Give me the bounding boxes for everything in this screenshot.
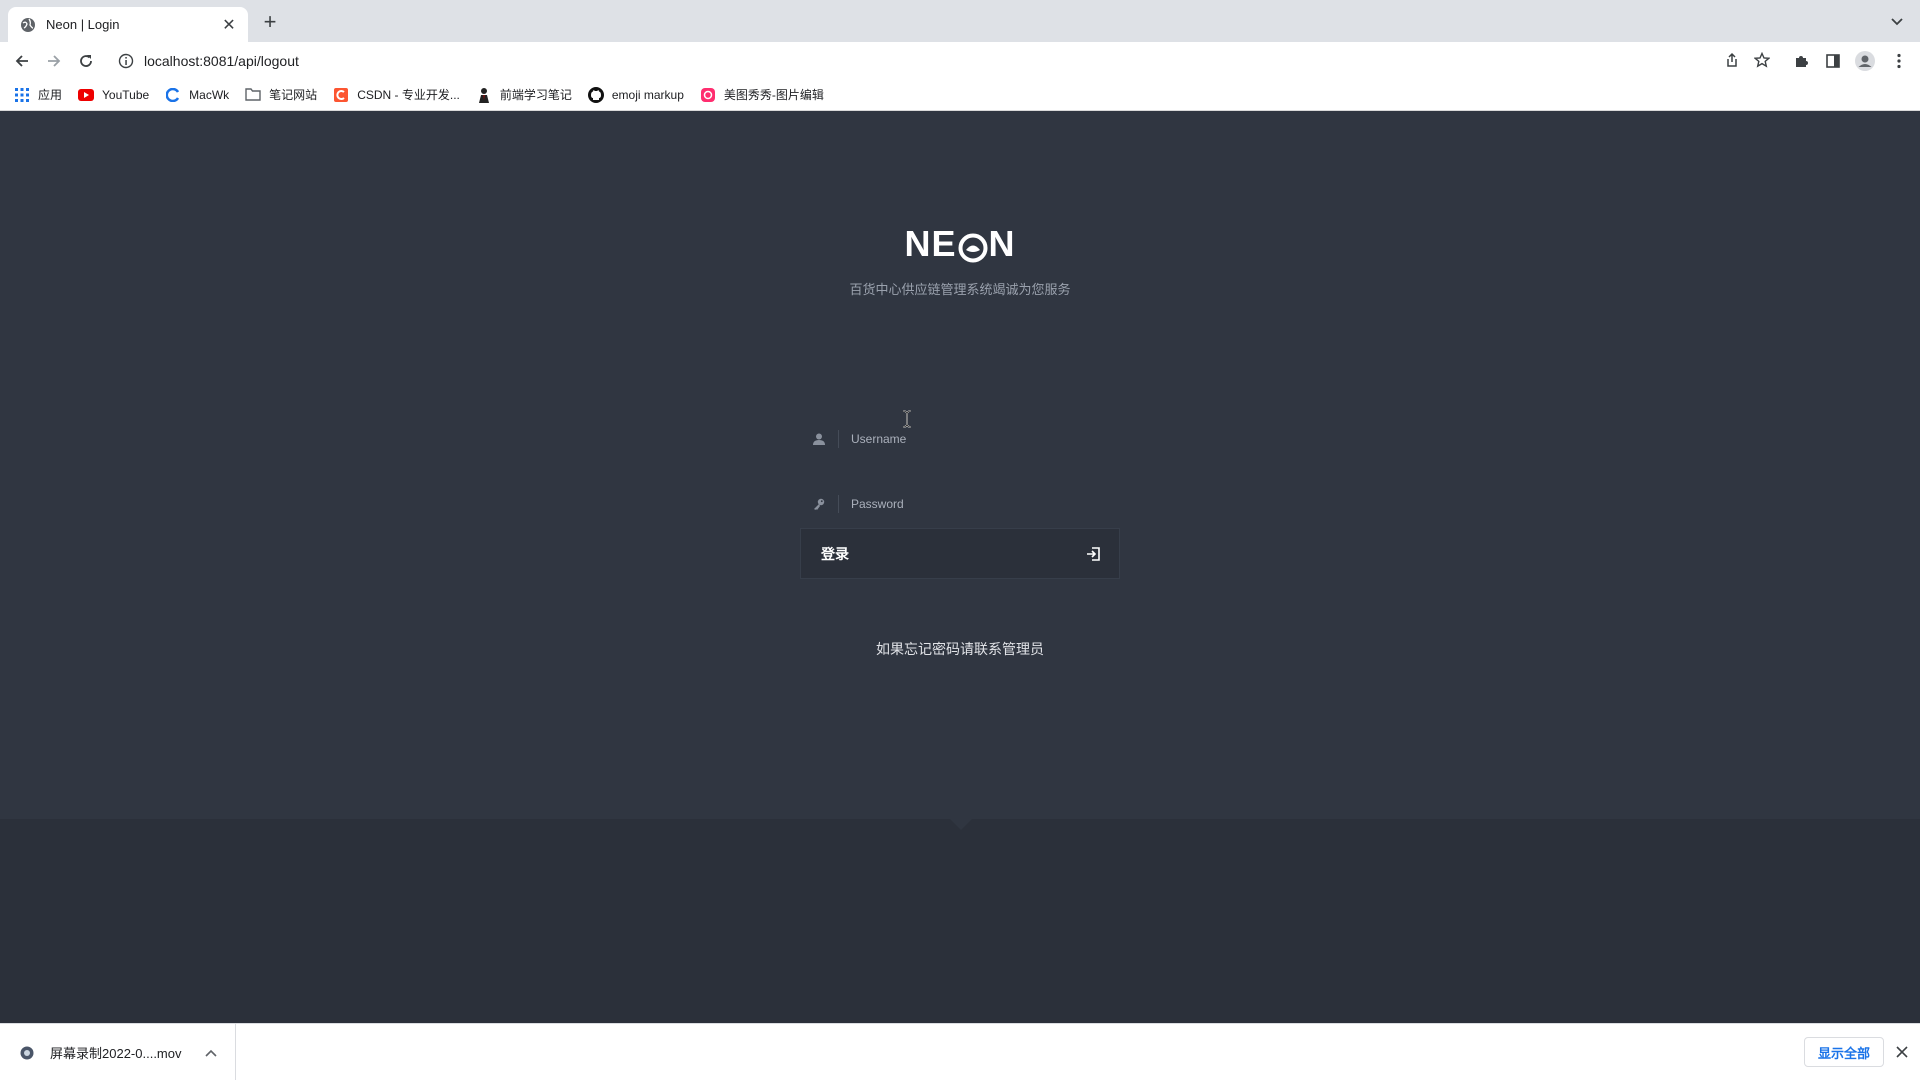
meitu-icon	[700, 87, 716, 103]
person-icon	[476, 87, 492, 103]
section-notch	[950, 819, 972, 830]
chevron-down-icon[interactable]	[1888, 14, 1906, 30]
macwk-icon	[165, 87, 181, 103]
login-button[interactable]: 登录	[800, 528, 1120, 579]
youtube-icon	[78, 87, 95, 103]
bookmark-label: MacWk	[189, 87, 230, 102]
forgot-password-hint: 如果忘记密码请联系管理员	[876, 641, 1044, 657]
bookmark-macwk[interactable]: MacWk	[165, 87, 229, 103]
key-icon	[800, 484, 838, 524]
bookmark-label: 笔记网站	[269, 88, 318, 102]
download-item[interactable]: 屏幕录制2022-0....mov	[16, 1024, 236, 1080]
bookmark-label: 应用	[38, 88, 63, 102]
forward-arrow-icon[interactable]	[42, 49, 66, 73]
bookmark-folder-notes[interactable]: 笔记网站	[245, 86, 317, 103]
new-tab-button[interactable]: +	[260, 11, 280, 34]
neon-logo: NE N	[860, 223, 1060, 264]
bookmark-apps[interactable]: 应用	[14, 86, 62, 103]
field-divider	[838, 430, 839, 448]
github-icon	[587, 86, 604, 103]
bookmarks-bar: 应用 YouTube MacWk 笔记网站 CSDN - 专业开发... 前端学…	[0, 79, 1920, 111]
show-all-downloads-button[interactable]: 显示全部	[1804, 1037, 1884, 1067]
bookmark-label: emoji markup	[611, 87, 684, 102]
logo-o-icon	[958, 230, 988, 263]
apps-grid-icon	[14, 87, 30, 103]
globe-icon	[20, 17, 36, 33]
bookmark-youtube[interactable]: YouTube	[78, 87, 149, 103]
csdn-icon	[333, 87, 349, 103]
tab-strip: Neon | Login ✕ +	[0, 0, 1920, 42]
bookmark-meitu[interactable]: 美图秀秀-图片编辑	[700, 86, 824, 103]
close-icon[interactable]	[1892, 1040, 1912, 1064]
folder-icon	[245, 87, 261, 103]
password-input[interactable]	[851, 484, 1120, 524]
menu-dots-icon[interactable]	[1888, 50, 1910, 72]
download-shelf: 屏幕录制2022-0....mov 显示全部	[0, 1023, 1920, 1080]
logo-text-start: NE	[904, 223, 957, 264]
profile-avatar-icon[interactable]	[1854, 50, 1876, 72]
user-icon	[800, 419, 838, 459]
address-bar[interactable]: localhost:8081/api/logout	[110, 46, 1780, 76]
text-cursor-icon	[902, 410, 912, 428]
bookmark-csdn[interactable]: CSDN - 专业开发...	[333, 86, 460, 103]
bookmark-star-icon[interactable]	[1753, 51, 1771, 73]
reload-icon[interactable]	[74, 49, 98, 73]
share-icon[interactable]	[1724, 52, 1740, 73]
browser-tab[interactable]: Neon | Login ✕	[8, 7, 248, 42]
username-field[interactable]	[800, 419, 1120, 459]
page-footer-band	[0, 819, 1920, 1023]
video-file-icon	[20, 1046, 34, 1060]
password-field[interactable]	[800, 484, 1120, 524]
url-text: localhost:8081/api/logout	[144, 53, 299, 69]
bookmark-label: 前端学习笔记	[499, 88, 572, 102]
extensions-icon[interactable]	[1790, 50, 1812, 72]
side-panel-icon[interactable]	[1822, 50, 1844, 72]
login-page: NE N 百货中心供应链管理系统竭诚为您服务 登录 如果忘记密码请联系管理员	[0, 111, 1920, 1023]
field-divider	[838, 495, 839, 513]
username-input[interactable]	[851, 419, 1120, 459]
logo-text-end: N	[988, 223, 1016, 264]
bookmark-emoji-markup[interactable]: emoji markup	[587, 86, 684, 103]
tab-title: Neon | Login	[46, 17, 120, 32]
bookmark-label: YouTube	[102, 87, 150, 102]
bookmark-frontend-notes[interactable]: 前端学习笔记	[476, 86, 572, 103]
login-button-label: 登录	[821, 545, 849, 562]
close-icon[interactable]: ✕	[220, 16, 238, 34]
info-icon[interactable]	[118, 53, 134, 69]
bookmark-label: 美图秀秀-图片编辑	[723, 88, 824, 102]
back-arrow-icon[interactable]	[10, 49, 34, 73]
browser-toolbar: localhost:8081/api/logout	[0, 42, 1920, 79]
bookmark-label: CSDN - 专业开发...	[357, 88, 460, 102]
download-file-name: 屏幕录制2022-0....mov	[50, 1046, 182, 1061]
login-arrow-icon	[1085, 546, 1101, 562]
chevron-up-icon[interactable]	[199, 1049, 223, 1057]
login-subtitle: 百货中心供应链管理系统竭诚为您服务	[849, 282, 1071, 297]
